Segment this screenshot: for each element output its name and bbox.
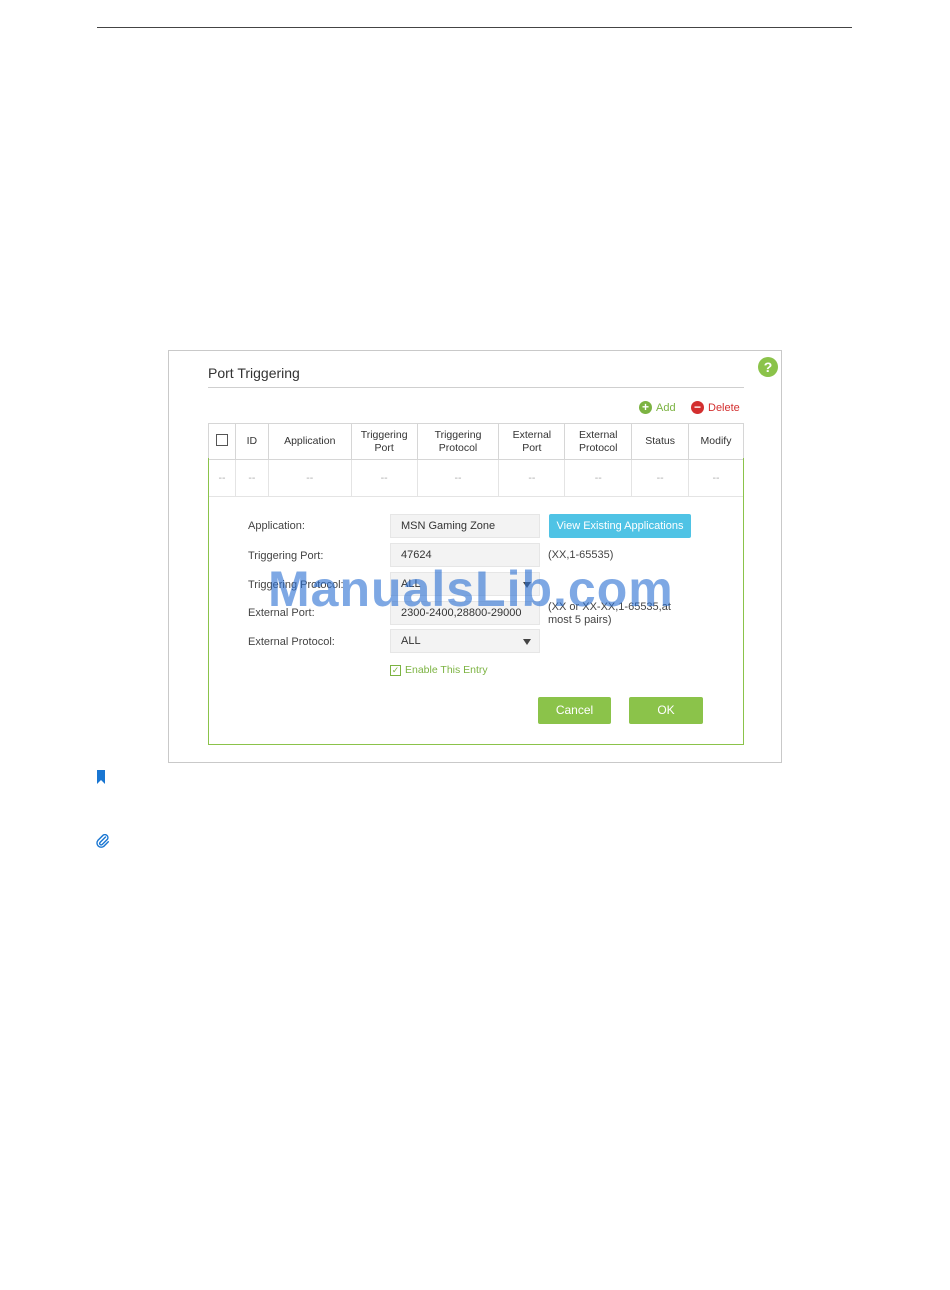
add-label: Add — [656, 401, 676, 414]
header-triggering-port-text: Triggering Port — [360, 428, 408, 454]
application-label: Application: — [248, 520, 305, 532]
paperclip-icon — [96, 834, 109, 848]
add-button[interactable]: + Add — [639, 401, 676, 414]
application-input[interactable]: MSN Gaming Zone — [390, 514, 540, 538]
delete-label: Delete — [708, 401, 740, 414]
plus-circle-icon: + — [639, 401, 652, 414]
external-protocol-label: External Protocol: — [248, 636, 335, 648]
header-triggering-protocol: Triggering Protocol — [416, 423, 500, 460]
ok-button[interactable]: OK — [629, 697, 703, 724]
external-protocol-select[interactable]: ALL — [390, 629, 540, 653]
enable-entry-checkbox[interactable]: ✓ Enable This Entry — [390, 664, 488, 676]
view-existing-applications-button[interactable]: View Existing Applications — [549, 514, 691, 538]
select-all-header[interactable] — [208, 423, 236, 460]
title-divider — [208, 387, 744, 388]
dropdown-arrow-icon — [523, 639, 531, 645]
header-triggering-protocol-text: Triggering Protocol — [434, 428, 482, 454]
header-external-port: External Port — [498, 423, 566, 460]
header-external-protocol: External Protocol — [564, 423, 633, 460]
watermark: ManualsLib.com — [268, 561, 674, 617]
cancel-button[interactable]: Cancel — [538, 697, 611, 724]
checkmark-icon: ✓ — [390, 664, 401, 676]
header-id: ID — [234, 423, 269, 460]
enable-entry-label: Enable This Entry — [405, 664, 488, 676]
header-status: Status — [631, 423, 690, 460]
external-protocol-value: ALL — [401, 635, 421, 647]
select-all-checkbox[interactable] — [215, 433, 228, 446]
help-icon[interactable]: ? — [758, 357, 778, 377]
header-external-port-text: External Port — [512, 428, 552, 454]
header-modify: Modify — [688, 423, 744, 460]
minus-circle-icon: − — [691, 401, 704, 414]
table-header-row: ID Application Triggering Port Triggerin… — [208, 423, 744, 460]
header-triggering-port: Triggering Port — [350, 423, 418, 460]
panel-title: Port Triggering — [208, 365, 300, 381]
bookmark-icon — [97, 770, 105, 784]
header-external-protocol-text: External Protocol — [578, 428, 618, 454]
header-application: Application — [267, 423, 352, 460]
page-top-rule — [97, 27, 852, 28]
delete-button[interactable]: − Delete — [691, 401, 740, 414]
